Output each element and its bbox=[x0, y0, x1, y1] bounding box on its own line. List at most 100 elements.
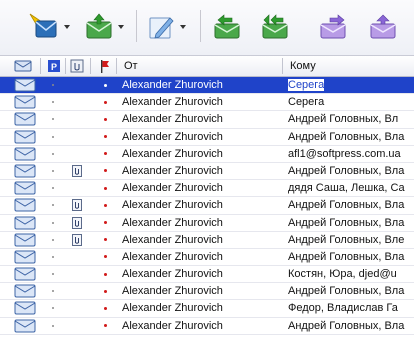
envelope-icon bbox=[14, 94, 36, 110]
message-row[interactable]: Alexander Zhurovich Андрей Головных, Вла bbox=[0, 318, 414, 335]
flag-dot[interactable] bbox=[100, 300, 110, 316]
priority-col-icon: P bbox=[48, 60, 60, 72]
reply-button[interactable] bbox=[212, 9, 242, 45]
chevron-down-icon[interactable] bbox=[180, 25, 186, 29]
sender-name: Alexander Zhurovich bbox=[122, 79, 223, 91]
forward-icon bbox=[320, 14, 346, 39]
envelope-icon bbox=[14, 197, 36, 213]
flag-dot[interactable] bbox=[100, 129, 110, 145]
forward-button[interactable] bbox=[318, 9, 348, 45]
flag-dot[interactable] bbox=[100, 232, 110, 248]
recipient-names: Серега bbox=[288, 79, 325, 91]
flag-col-icon bbox=[101, 59, 109, 73]
flag-dot[interactable] bbox=[100, 249, 110, 265]
flag-dot[interactable] bbox=[100, 215, 110, 231]
chevron-down-icon[interactable] bbox=[64, 25, 70, 29]
column-header-attachment[interactable] bbox=[70, 56, 84, 76]
envelope-col-icon bbox=[14, 60, 32, 72]
column-header-flag[interactable] bbox=[100, 56, 110, 76]
message-row[interactable]: Alexander Zhurovich Серега bbox=[0, 94, 414, 112]
priority-dot bbox=[48, 77, 58, 93]
flag-dot[interactable] bbox=[100, 146, 110, 162]
envelope-icon bbox=[14, 77, 36, 93]
envelope-icon bbox=[14, 146, 36, 162]
flag-dot[interactable] bbox=[100, 180, 110, 196]
envelope-icon bbox=[14, 318, 36, 334]
sender-name: Alexander Zhurovich bbox=[122, 164, 223, 177]
flag-dot[interactable] bbox=[100, 318, 110, 334]
send-button[interactable] bbox=[368, 9, 398, 45]
priority-dot bbox=[48, 266, 58, 282]
receive-mail-button[interactable] bbox=[84, 9, 124, 45]
message-row[interactable]: Alexander Zhurovich Андрей Головных, Вл bbox=[0, 111, 414, 129]
recipient-names: Андрей Головных, Вла bbox=[288, 250, 405, 263]
priority-dot bbox=[48, 146, 58, 162]
flag-dot[interactable] bbox=[100, 283, 110, 299]
priority-dot bbox=[48, 232, 58, 248]
envelope-icon bbox=[14, 215, 36, 231]
column-header-priority[interactable]: P bbox=[48, 56, 60, 76]
column-header-status[interactable] bbox=[14, 56, 32, 76]
message-row[interactable]: Alexander Zhurovich Андрей Головных, Вла bbox=[0, 283, 414, 301]
sender-name: Alexander Zhurovich bbox=[122, 130, 223, 143]
recipient-names: Андрей Головных, Вла bbox=[288, 216, 405, 229]
message-row[interactable]: Alexander Zhurovich Андрей Головных, Вла bbox=[0, 163, 414, 181]
priority-dot bbox=[48, 249, 58, 265]
envelope-icon bbox=[14, 266, 36, 282]
column-header-from[interactable]: От bbox=[124, 56, 138, 76]
flag-dot[interactable] bbox=[100, 266, 110, 282]
envelope-icon bbox=[14, 300, 36, 316]
priority-dot bbox=[48, 197, 58, 213]
recipient-names: Андрей Головных, Вла bbox=[288, 130, 405, 143]
message-row[interactable]: Alexander Zhurovich Андрей Головных, Вле bbox=[0, 232, 414, 249]
sender-name: Alexander Zhurovich bbox=[122, 182, 223, 195]
column-header-to[interactable]: Кому bbox=[290, 56, 316, 76]
message-row[interactable]: Alexander Zhurovich afl1@softpress.com.ua bbox=[0, 146, 414, 163]
attachment-icon bbox=[70, 215, 84, 231]
recipient-names: afl1@softpress.com.ua bbox=[288, 147, 401, 160]
column-header-from-label: От bbox=[124, 60, 138, 72]
envelope-icon bbox=[14, 163, 36, 179]
message-row[interactable]: Alexander Zhurovich Андрей Головных, Вла bbox=[0, 197, 414, 215]
flag-dot[interactable] bbox=[100, 94, 110, 110]
new-mail-icon bbox=[29, 13, 57, 38]
flag-dot[interactable] bbox=[100, 163, 110, 179]
reply-icon bbox=[214, 14, 240, 39]
message-row[interactable]: Alexander Zhurovich Андрей Головных, Вла bbox=[0, 215, 414, 232]
reply-all-icon bbox=[262, 14, 288, 39]
envelope-icon bbox=[14, 129, 36, 145]
toolbar-separator bbox=[200, 10, 201, 42]
attachment-col-icon bbox=[70, 59, 84, 73]
message-row[interactable]: Alexander Zhurovich дядя Саша, Лешка, Са bbox=[0, 180, 414, 198]
new-mail-button[interactable] bbox=[28, 9, 70, 45]
priority-dot bbox=[48, 283, 58, 299]
svg-text:P: P bbox=[51, 62, 57, 72]
reply-all-button[interactable] bbox=[260, 9, 290, 45]
compose-button[interactable] bbox=[146, 9, 186, 45]
message-row[interactable]: Alexander Zhurovich Андрей Головных, Вла bbox=[0, 249, 414, 267]
priority-dot bbox=[48, 129, 58, 145]
message-row[interactable]: Alexander Zhurovich Федор, Владислав Га bbox=[0, 300, 414, 318]
sender-name: Alexander Zhurovich bbox=[122, 147, 223, 160]
recipient-names: Андрей Головных, Вл bbox=[288, 113, 399, 126]
attachment-icon bbox=[70, 163, 84, 179]
recipient-names: Андрей Головных, Вле bbox=[288, 233, 405, 246]
chevron-down-icon[interactable] bbox=[118, 25, 124, 29]
envelope-icon bbox=[14, 180, 36, 196]
priority-dot bbox=[48, 163, 58, 179]
recipient-names: Серега bbox=[288, 96, 325, 109]
message-row[interactable]: Alexander Zhurovich Андрей Головных, Вла bbox=[0, 129, 414, 146]
sender-name: Alexander Zhurovich bbox=[122, 319, 223, 332]
message-row[interactable]: Alexander Zhurovich Серега bbox=[0, 77, 414, 95]
flag-dot[interactable] bbox=[100, 111, 110, 127]
recipient-names: Андрей Головных, Вла bbox=[288, 285, 405, 298]
flag-dot[interactable] bbox=[100, 197, 110, 213]
message-row[interactable]: Alexander Zhurovich Костян, Юра, djed@u bbox=[0, 266, 414, 284]
priority-dot bbox=[48, 111, 58, 127]
sender-name: Alexander Zhurovich bbox=[122, 250, 223, 263]
message-list: Alexander Zhurovich Серега Alexander Zhuro… bbox=[0, 77, 414, 335]
recipient-names: Андрей Головных, Вла bbox=[288, 319, 405, 332]
priority-dot bbox=[48, 300, 58, 316]
flag-dot[interactable] bbox=[100, 77, 110, 93]
recipient-names: Андрей Головных, Вла bbox=[288, 199, 405, 212]
